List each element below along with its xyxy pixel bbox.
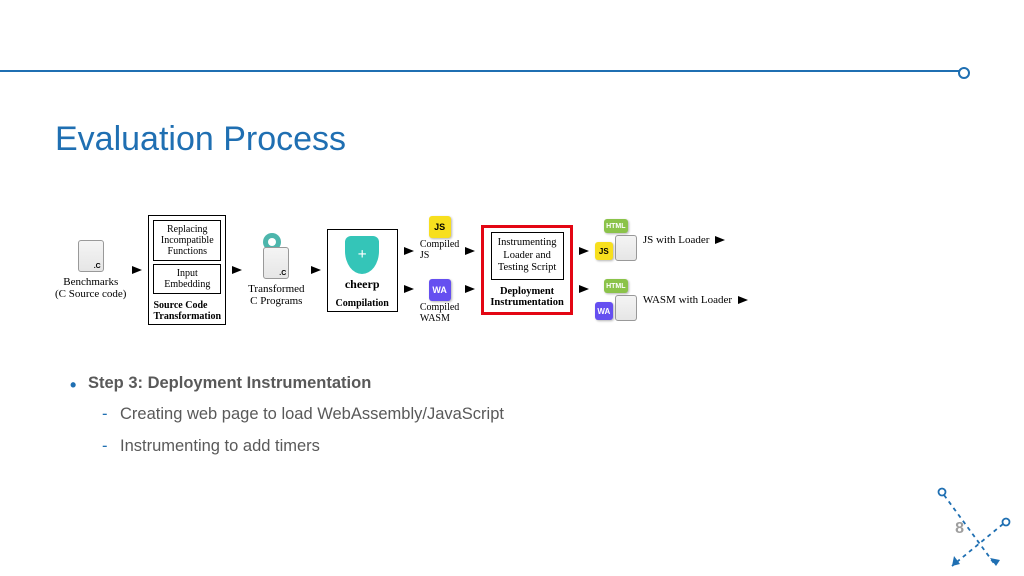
- deploy-caption: Deployment Instrumentation: [490, 286, 564, 308]
- wasm-with-loader: HTML WA WASM with Loader: [595, 279, 748, 321]
- wa-badge-icon: WA: [429, 279, 451, 301]
- sub-bullet-2: Instrumenting to add timers: [70, 431, 504, 462]
- arrow-icon: [404, 247, 414, 255]
- compiled-js-label: Compiled JS: [420, 239, 459, 261]
- arrow-icon: [404, 285, 414, 293]
- arrow-icon: [579, 285, 589, 293]
- cheerp-icon: +: [345, 236, 379, 274]
- compiled-outputs: JS Compiled JS WA Compiled WASM: [420, 216, 459, 324]
- sct-caption: Source Code Transformation: [153, 298, 221, 322]
- compiled-js: JS Compiled JS: [420, 216, 459, 261]
- compiled-wasm: WA Compiled WASM: [420, 279, 459, 324]
- arrow-icon: [311, 266, 321, 274]
- html-file-icon: [615, 295, 637, 321]
- c-file-icon: .C: [78, 240, 104, 272]
- benchmarks-sub: (C Source code): [55, 288, 126, 300]
- js-badge-icon: JS: [429, 216, 451, 238]
- js-with-loader: HTML JS JS with Loader: [595, 219, 748, 261]
- transformed-label: Transformed C Programs: [248, 283, 304, 307]
- page-number: 8: [955, 520, 964, 538]
- step-heading: Step 3: Deployment Instrumentation: [70, 368, 504, 399]
- box-replace-fns: Replacing Incompatible Functions: [153, 220, 221, 261]
- loader-outputs: HTML JS JS with Loader HTML WA WASM with…: [595, 219, 748, 321]
- stage-benchmarks: .C Benchmarks (C Source code): [55, 240, 126, 300]
- arrow-icon: [232, 266, 242, 274]
- stage-deployment-highlighted: Instrumenting Loader and Testing Script …: [481, 225, 573, 315]
- benchmarks-label: Benchmarks: [63, 276, 118, 288]
- sub-bullet-1: Creating web page to load WebAssembly/Ja…: [70, 399, 504, 430]
- html-badge-icon: HTML: [604, 219, 627, 233]
- slide-title: Evaluation Process: [55, 120, 346, 159]
- deploy-subbox: Instrumenting Loader and Testing Script: [491, 232, 564, 280]
- stage-transformed: .C Transformed C Programs: [248, 233, 304, 307]
- arrow-icon: [132, 266, 142, 274]
- arrow-icon: [715, 236, 725, 244]
- cheerp-label: cheerp: [345, 277, 380, 292]
- arrow-icon: [738, 296, 748, 304]
- html-badge-icon: HTML: [604, 279, 627, 293]
- box-input-embed: Input Embedding: [153, 264, 221, 294]
- process-diagram: .C Benchmarks (C Source code) Replacing …: [55, 210, 925, 330]
- stage-source-transform: Replacing Incompatible Functions Input E…: [148, 215, 226, 325]
- wa-badge-icon: WA: [595, 302, 613, 320]
- bullet-list: Step 3: Deployment Instrumentation Creat…: [70, 368, 504, 462]
- wasm-loader-label: WASM with Loader: [643, 294, 732, 306]
- arrow-icon: [579, 247, 589, 255]
- js-loader-label: JS with Loader: [643, 234, 710, 246]
- arrow-icon: [465, 247, 475, 255]
- compiled-wasm-label: Compiled WASM: [420, 302, 459, 324]
- js-badge-icon: JS: [595, 242, 613, 260]
- corner-decoration: [926, 478, 1016, 568]
- arrow-icon: [465, 285, 475, 293]
- stage-compilation: + cheerp Compilation: [327, 229, 398, 312]
- c-file-icon: .C: [263, 247, 289, 279]
- html-file-icon: [615, 235, 637, 261]
- compile-caption: Compilation: [336, 296, 389, 309]
- top-rule: [0, 70, 960, 72]
